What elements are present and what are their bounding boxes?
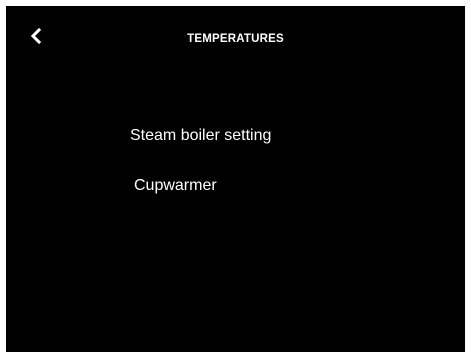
menu-item-cupwarmer[interactable]: Cupwarmer [134,176,217,196]
screen: TEMPERATURES Steam boiler setting Cupwar… [6,6,465,352]
menu-item-steam-boiler-setting[interactable]: Steam boiler setting [130,126,271,146]
temperature-menu: Steam boiler setting Cupwarmer [6,6,465,352]
